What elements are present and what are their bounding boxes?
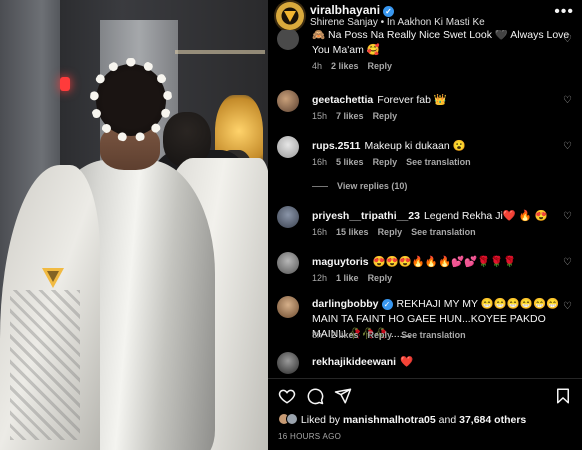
liked-by-label: Liked by — [300, 414, 341, 426]
comment-text: 🙈 Na Poss Na Really Nice Swet Look 🖤 Alw… — [312, 30, 570, 56]
comment-body: Makeup ki dukaan 😮 — [364, 140, 466, 152]
brand-logo-icon — [281, 7, 299, 25]
verified-icon: ✓ — [381, 299, 393, 310]
comment-meta: 4h 2 likes Reply — [312, 61, 401, 71]
comment-likes[interactable]: 15 likes — [336, 227, 369, 237]
comment-username[interactable]: rups.2511 — [312, 140, 360, 152]
comment-time: 15h — [312, 111, 328, 121]
comment-body: Forever fab 👑 — [377, 94, 447, 106]
post-username[interactable]: viralbhayani ✓ — [310, 3, 395, 17]
see-translation-link[interactable]: See translation — [411, 227, 476, 237]
comment-username[interactable]: darlingbobby — [312, 298, 379, 310]
comment-text: rups.2511 Makeup ki dukaan 😮 — [312, 139, 572, 154]
comment-time: 12h — [312, 273, 328, 283]
heart-icon[interactable] — [278, 387, 296, 405]
comment-time: 16h — [312, 227, 328, 237]
view-replies[interactable]: View replies (10) — [312, 181, 416, 191]
comment-meta: 16h 15 likes Reply See translation — [312, 227, 485, 237]
post-media[interactable] — [0, 0, 268, 450]
comment-avatar[interactable] — [277, 206, 299, 228]
like-comment-heart-icon[interactable]: ♡ — [563, 95, 572, 106]
bookmark-icon[interactable] — [554, 387, 572, 405]
comment-meta: 12h 1 like Reply — [312, 273, 401, 283]
reply-button[interactable]: Reply — [368, 330, 393, 340]
comment-username[interactable]: rekhajikideewani — [312, 356, 396, 368]
elevator-indicator-light — [60, 77, 70, 91]
comment-likes[interactable]: 7 likes — [336, 111, 364, 121]
comment-text: geetachettia Forever fab 👑 — [312, 93, 572, 108]
comment-likes[interactable]: 2 likes — [331, 330, 359, 340]
share-icon[interactable] — [334, 387, 352, 405]
like-comment-heart-icon[interactable]: ♡ — [563, 141, 572, 152]
liked-by-username[interactable]: manishmalhotra05 — [343, 414, 436, 426]
username-text[interactable]: viralbhayani — [310, 3, 380, 17]
reply-button[interactable]: Reply — [368, 61, 393, 71]
comment-username[interactable]: maguytoris — [312, 256, 369, 268]
comment-body: ❤️ — [400, 356, 414, 368]
song-label[interactable]: Shirene Sanjay • In Aakhon Ki Masti Ke — [310, 17, 485, 28]
and-label: and — [438, 414, 457, 426]
comment-text: maguytoris 😍😍😍🔥🔥🔥💕💕🌹🌹🌹 — [312, 255, 572, 270]
watermark-logo-icon — [42, 268, 64, 288]
comment-likes[interactable]: 2 likes — [331, 61, 359, 71]
like-comment-heart-icon[interactable]: ♡ — [563, 301, 572, 312]
flower-gajra — [90, 58, 172, 142]
comment-icon[interactable] — [306, 387, 324, 405]
reply-button[interactable]: Reply — [373, 111, 398, 121]
see-translation-link[interactable]: See translation — [406, 157, 471, 167]
comment-username[interactable]: priyesh__tripathi__23 — [312, 210, 420, 222]
like-comment-heart-icon[interactable]: ♡ — [563, 211, 572, 222]
comment-avatar[interactable] — [277, 352, 299, 374]
comment-avatar[interactable] — [277, 136, 299, 158]
comment-time: 4h — [312, 61, 323, 71]
reply-button[interactable]: Reply — [368, 273, 393, 283]
replies-divider — [312, 186, 328, 188]
comment-meta: 15h 7 likes Reply — [312, 111, 406, 121]
post-actions-bar — [268, 378, 582, 412]
comment-meta: 8h 2 likes Reply See translation — [312, 330, 475, 340]
comment-body: Legend Rekha Ji❤️ 🔥 😍 — [423, 210, 548, 222]
comment-avatar[interactable] — [277, 90, 299, 112]
shawl-pattern — [10, 290, 80, 440]
like-comment-heart-icon[interactable]: ♡ — [563, 257, 572, 268]
post-details-panel: viralbhayani ✓ Shirene Sanjay • In Aakhon… — [268, 0, 582, 450]
comment-time: 16h — [312, 157, 328, 167]
comment-username[interactable]: geetachettia — [312, 94, 373, 106]
see-translation-link[interactable]: See translation — [401, 330, 466, 340]
comment-time: 8h — [312, 330, 323, 340]
comment-likes[interactable]: 5 likes — [336, 157, 364, 167]
post-timestamp[interactable]: 16 HOURS AGO — [278, 432, 341, 441]
like-comment-heart-icon[interactable]: ♡ — [563, 34, 572, 45]
liker-avatar[interactable] — [286, 413, 298, 425]
comment-avatar[interactable] — [277, 30, 299, 50]
post-header: viralbhayani ✓ Shirene Sanjay • In Aakhon… — [268, 0, 582, 30]
comment-avatar[interactable] — [277, 252, 299, 274]
comment-avatar[interactable] — [277, 296, 299, 318]
others-likes-link[interactable]: 37,684 others — [459, 414, 526, 426]
profile-avatar[interactable] — [276, 2, 304, 30]
more-options-icon[interactable]: ••• — [554, 4, 574, 20]
comments-list[interactable]: 🙈 Na Poss Na Really Nice Swet Look 🖤 Alw… — [268, 30, 582, 378]
verified-icon: ✓ — [383, 6, 395, 17]
comment-body: 😍😍😍🔥🔥🔥💕💕🌹🌹🌹 — [372, 256, 517, 268]
ceiling-light — [175, 50, 265, 54]
comment-meta: 16h 5 likes Reply See translation — [312, 157, 480, 167]
reply-button[interactable]: Reply — [378, 227, 403, 237]
comment-likes[interactable]: 1 like — [336, 273, 359, 283]
comment-text: priyesh__tripathi__23 Legend Rekha Ji❤️ 🔥… — [312, 209, 572, 224]
reply-button[interactable]: Reply — [373, 157, 398, 167]
likes-summary: Liked by manishmalhotra05 and 37,684 oth… — [278, 413, 526, 426]
view-replies-link[interactable]: View replies (10) — [337, 181, 407, 191]
comment-text: rekhajikideewani ❤️ — [312, 355, 572, 370]
